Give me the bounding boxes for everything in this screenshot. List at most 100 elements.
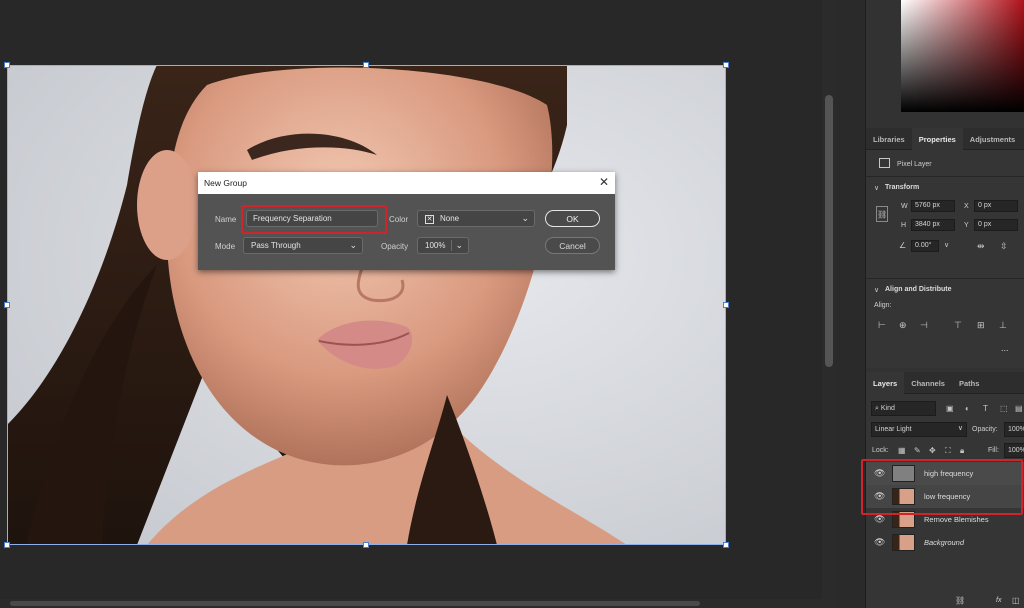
- collapsed-panel-strip: [836, 0, 866, 608]
- transform-section-title: Transform: [885, 184, 920, 191]
- color-select[interactable]: ✕ None ⌄: [417, 210, 535, 227]
- tab-properties[interactable]: Properties: [911, 128, 963, 150]
- align-left-icon[interactable]: ⊢: [878, 320, 886, 330]
- canvas-workspace[interactable]: [0, 0, 822, 608]
- transform-handle-tr[interactable]: [723, 62, 729, 68]
- blend-mode-value: Linear Light: [875, 426, 912, 433]
- align-label: Align:: [874, 302, 892, 309]
- tab-channels[interactable]: Channels: [904, 372, 952, 394]
- h-label: H: [901, 222, 907, 229]
- chevron-down-icon: ∨: [957, 425, 963, 432]
- align-right-icon[interactable]: ⊣: [920, 320, 928, 330]
- dialog-titlebar[interactable]: New Group ✕: [198, 172, 615, 194]
- mode-select-value: Pass Through: [251, 241, 301, 250]
- angle-field[interactable]: 0.00°: [911, 240, 939, 252]
- layer-name: Background: [924, 538, 965, 547]
- filter-smart-object-icon[interactable]: ▤: [1015, 404, 1023, 414]
- portrait-photo: [7, 65, 726, 545]
- transform-handle-ml[interactable]: [4, 302, 10, 308]
- filter-adjustment-icon[interactable]: ◐: [965, 404, 970, 414]
- transform-handle-bl[interactable]: [4, 542, 10, 548]
- divider: [866, 176, 1024, 177]
- dialog-title: New Group: [204, 178, 247, 188]
- align-center-vertical-icon[interactable]: ⊞: [977, 320, 985, 330]
- filter-shape-icon[interactable]: ⬚: [1000, 404, 1008, 414]
- align-center-horizontal-icon[interactable]: ⊕: [899, 320, 907, 330]
- x-label: X: [964, 203, 969, 210]
- opacity-value: 100%: [425, 241, 446, 250]
- no-color-icon: ✕: [425, 215, 434, 224]
- flip-horizontal-icon[interactable]: ⇹: [977, 241, 985, 251]
- cancel-button[interactable]: Cancel: [545, 237, 600, 254]
- y-field[interactable]: 0 px: [974, 219, 1018, 231]
- fill-label: Fill:: [988, 447, 999, 454]
- transform-handle-br[interactable]: [723, 542, 729, 548]
- w-label: W: [901, 203, 908, 210]
- transform-handle-bc[interactable]: [363, 542, 369, 548]
- pixel-layer-label: Pixel Layer: [897, 161, 932, 168]
- filter-pixel-icon[interactable]: ▣: [946, 404, 954, 414]
- transform-handle-tc[interactable]: [363, 62, 369, 68]
- lock-label: Lock:: [872, 447, 889, 454]
- angle-icon: ∠: [899, 241, 907, 250]
- transform-handle-tl[interactable]: [4, 62, 10, 68]
- align-top-icon[interactable]: ⊤: [954, 320, 962, 330]
- tab-libraries[interactable]: Libraries: [866, 128, 912, 150]
- lock-all-icon[interactable]: 🔒︎: [960, 446, 964, 456]
- filter-type-icon[interactable]: T: [983, 404, 988, 414]
- mode-label: Mode: [215, 242, 236, 251]
- blend-mode-select[interactable]: Linear Light ∨: [871, 422, 967, 437]
- name-label: Name: [215, 215, 237, 224]
- canvas-image[interactable]: [7, 65, 726, 545]
- vertical-scrollbar[interactable]: [822, 0, 836, 600]
- chevron-down-icon: ⌄: [349, 240, 357, 250]
- transform-handle-mr[interactable]: [723, 302, 729, 308]
- color-picker-field[interactable]: [901, 0, 1024, 112]
- eye-icon[interactable]: 👁︎: [874, 537, 885, 548]
- lock-transparent-icon[interactable]: ▦: [898, 446, 906, 456]
- width-field[interactable]: 5760 px: [911, 200, 955, 212]
- mode-select[interactable]: Pass Through ⌄: [243, 237, 363, 254]
- tab-adjustments[interactable]: Adjustments: [963, 128, 1022, 150]
- fill-field[interactable]: 100%: [1004, 443, 1024, 458]
- chevron-down-icon[interactable]: ∨: [874, 184, 879, 194]
- opacity-input[interactable]: 100% ⌄: [417, 237, 469, 254]
- link-icon[interactable]: ⛓: [876, 206, 888, 222]
- align-distribute-title: Align and Distribute: [885, 286, 952, 293]
- y-label: Y: [964, 222, 969, 229]
- chevron-down-icon[interactable]: ∨: [944, 241, 949, 251]
- layer-thumbnail: [892, 534, 915, 551]
- layer-filter-value: Kind: [880, 405, 895, 412]
- align-bottom-icon[interactable]: ⊥: [999, 320, 1007, 330]
- opacity-label: Opacity:: [972, 426, 998, 433]
- lock-position-icon[interactable]: ✥: [929, 446, 936, 456]
- horizontal-scroll-thumb[interactable]: [10, 601, 700, 606]
- ok-button[interactable]: OK: [545, 210, 600, 227]
- layer-filter-select[interactable]: ⌕ Kind: [871, 401, 936, 416]
- tab-layers[interactable]: Layers: [866, 372, 905, 394]
- layer-name: Remove Blemishes: [924, 515, 989, 524]
- more-options-icon[interactable]: ...: [1001, 343, 1009, 353]
- link-layers-icon[interactable]: ⛓: [955, 596, 965, 606]
- height-field[interactable]: 3840 px: [911, 219, 955, 231]
- add-mask-icon[interactable]: ◫: [1012, 596, 1020, 606]
- lock-image-icon[interactable]: ✎: [914, 446, 921, 456]
- layer-row-background[interactable]: 👁︎ Background: [866, 531, 1024, 554]
- opacity-field[interactable]: 100%: [1004, 422, 1024, 437]
- highlight-box-layers: [861, 459, 1023, 515]
- new-group-dialog: New Group ✕ Name Frequency Separation Co…: [198, 172, 615, 270]
- properties-tabs: Libraries Properties Adjustments: [866, 128, 1024, 150]
- chevron-down-icon[interactable]: ⌄: [451, 240, 463, 251]
- x-field[interactable]: 0 px: [974, 200, 1018, 212]
- chevron-down-icon: ⌄: [521, 213, 529, 223]
- fx-icon[interactable]: fx: [996, 597, 1001, 604]
- lock-artboard-icon[interactable]: ⛶: [945, 446, 951, 456]
- close-icon[interactable]: ✕: [599, 175, 609, 189]
- tab-paths[interactable]: Paths: [952, 372, 986, 394]
- chevron-down-icon[interactable]: ∨: [874, 286, 879, 296]
- divider: [866, 278, 1024, 279]
- flip-vertical-icon[interactable]: ⇳: [1000, 241, 1008, 251]
- eye-icon[interactable]: 👁︎: [874, 514, 885, 525]
- vertical-scroll-thumb[interactable]: [825, 95, 833, 367]
- horizontal-scrollbar[interactable]: [0, 599, 836, 608]
